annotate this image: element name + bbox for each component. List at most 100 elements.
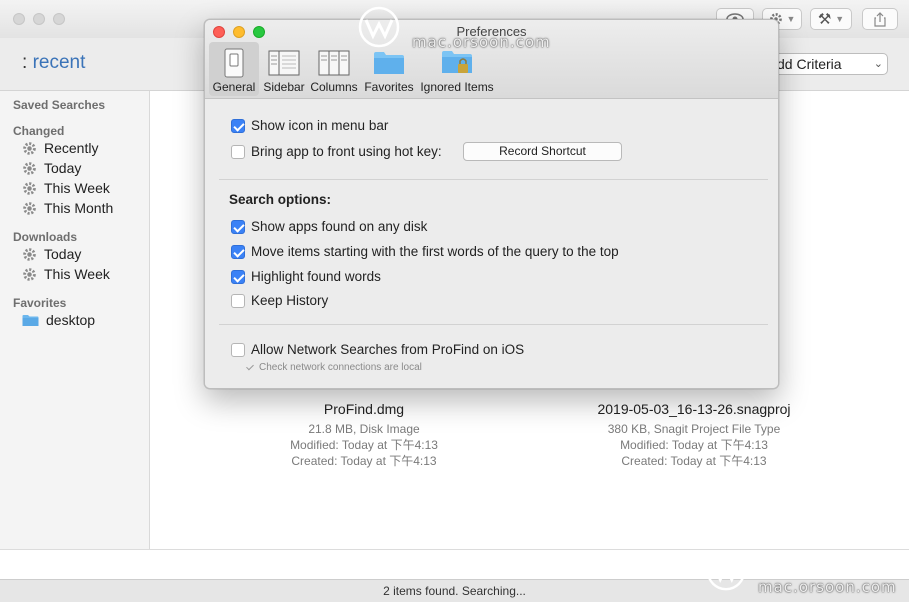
checkbox-unchecked[interactable]	[231, 144, 245, 159]
tab-favorites[interactable]: Favorites	[363, 42, 415, 96]
watermark-logo-bottom	[704, 549, 748, 597]
gear-icon	[23, 161, 36, 175]
results-footer	[0, 549, 909, 580]
sidebar-item-this-month[interactable]: This Month	[22, 198, 113, 218]
file-name: ProFind.dmg	[323, 401, 405, 417]
folder-icon	[22, 314, 39, 326]
add-criteria-label: dd Criteria	[777, 56, 842, 72]
add-criteria-select[interactable]: dd Criteria ⌄	[772, 53, 888, 75]
checkbox-checked[interactable]	[231, 219, 245, 234]
file-info: 380 KB, Snagit Project File Type	[607, 422, 781, 436]
watermark-logo-icon	[358, 6, 400, 48]
gear-icon	[23, 201, 36, 215]
checkbox-checked[interactable]	[231, 269, 245, 284]
checkbox-checked[interactable]	[231, 118, 245, 133]
preferences-toolbar: Preferences General Sidebar Columns Favo…	[205, 20, 778, 99]
file-item-profind-dmg[interactable]: ProFind.dmg 21.8 MB, Disk Image Modified…	[249, 401, 479, 469]
checkbox-disabled-checked[interactable]	[245, 363, 255, 373]
sidebar: Saved Searches Changed Recently Today Th…	[0, 91, 150, 549]
folder-icon	[374, 52, 404, 74]
sidebar-heading-changed: Changed	[13, 124, 65, 138]
gear-icon	[23, 267, 36, 281]
sidebar-item-downloads-this-week[interactable]: This Week	[22, 264, 110, 284]
sidebar-item-label: This Week	[44, 180, 110, 196]
option-show-icon-menu-bar[interactable]: Show icon in menu bar	[231, 118, 388, 133]
columns-icon	[318, 50, 350, 76]
option-check-network-local[interactable]: Check network connections are local	[245, 362, 422, 373]
tab-sidebar[interactable]: Sidebar	[261, 42, 307, 96]
sidebar-heading-saved-searches: Saved Searches	[13, 98, 106, 112]
tab-label: General	[212, 80, 256, 94]
status-text: 2 items found. Searching...	[383, 584, 526, 598]
option-label: Show apps found on any disk	[251, 219, 428, 234]
option-show-apps-any-disk[interactable]: Show apps found on any disk	[231, 219, 427, 234]
option-label: Bring app to front using hot key:	[251, 144, 442, 159]
tools-icon: ⚒	[817, 11, 832, 28]
close-window-button[interactable]	[13, 13, 25, 25]
sidebar-item-recently[interactable]: Recently	[22, 138, 98, 158]
zoom-window-button[interactable]	[53, 13, 65, 25]
path-name: recent	[32, 52, 86, 73]
tab-label: Favorites	[364, 80, 414, 94]
option-move-items-top[interactable]: Move items starting with the first words…	[231, 244, 619, 259]
tab-label: Ignored Items	[420, 80, 494, 94]
watermark-logo-top	[356, 6, 402, 48]
tab-label: Sidebar	[263, 80, 305, 94]
divider	[219, 179, 768, 180]
option-label: Keep History	[251, 293, 329, 308]
option-label: Highlight found words	[251, 269, 381, 284]
file-modified: Modified: Today at 下午4:13	[290, 438, 438, 452]
chevron-down-icon: ▼	[835, 14, 845, 24]
path-prefix: :	[22, 52, 28, 73]
switch-icon	[224, 48, 244, 78]
option-allow-network-searches[interactable]: Allow Network Searches from ProFind on i…	[231, 342, 524, 357]
chevron-down-icon: ▼	[786, 14, 796, 24]
option-label: Allow Network Searches from ProFind on i…	[251, 342, 525, 357]
divider	[219, 324, 768, 325]
sidebar-item-desktop[interactable]: desktop	[22, 310, 95, 330]
file-created: Created: Today at 下午4:13	[621, 454, 767, 468]
file-item-snagproj[interactable]: 2019-05-03_16-13-26.snagproj 380 KB, Sna…	[579, 401, 809, 469]
search-scope-label[interactable]: : recent	[22, 52, 85, 74]
record-shortcut-button[interactable]: Record Shortcut	[463, 142, 622, 161]
sidebar-item-label: Today	[44, 246, 82, 262]
checkbox-checked[interactable]	[231, 244, 245, 259]
watermark-logo-icon	[706, 551, 746, 591]
sidebar-item-label: Today	[44, 160, 82, 176]
sidebar-item-label: This Month	[44, 200, 114, 216]
preferences-general-pane: Show icon in menu bar Bring app to front…	[205, 99, 778, 388]
gear-icon	[23, 181, 36, 195]
gear-icon	[23, 141, 36, 155]
option-label: Show icon in menu bar	[251, 118, 389, 133]
share-button[interactable]	[862, 8, 898, 30]
option-highlight-words[interactable]: Highlight found words	[231, 269, 381, 284]
sidebar-item-this-week[interactable]: This Week	[22, 178, 110, 198]
sidebar-heading-favorites: Favorites	[13, 296, 67, 310]
minimize-window-button[interactable]	[33, 13, 45, 25]
tab-label: Columns	[310, 80, 358, 94]
tab-columns[interactable]: Columns	[309, 42, 359, 96]
sidebar-item-today[interactable]: Today	[22, 158, 81, 178]
checkbox-unchecked[interactable]	[231, 293, 245, 308]
sidebar-heading-downloads: Downloads	[13, 230, 78, 244]
tab-general[interactable]: General	[209, 42, 259, 96]
sidebar-item-label: Recently	[44, 140, 99, 156]
preferences-window: Preferences General Sidebar Columns Favo…	[204, 19, 779, 389]
locked-folder-icon	[442, 51, 472, 73]
sidebar-item-downloads-today[interactable]: Today	[22, 244, 81, 264]
gear-icon	[23, 247, 36, 261]
watermark-site-bottom: mac.orsoon.com	[758, 578, 897, 596]
chevron-updown-icon: ⌄	[873, 58, 883, 70]
sidebar-icon	[268, 50, 300, 76]
tools-menu-button[interactable]: ⚒ ▼	[810, 8, 852, 30]
sidebar-item-label: This Week	[44, 266, 110, 282]
file-modified: Modified: Today at 下午4:13	[620, 438, 768, 452]
sidebar-item-label: desktop	[46, 312, 96, 328]
share-icon	[874, 11, 886, 27]
file-created: Created: Today at 下午4:13	[291, 454, 437, 468]
option-keep-history[interactable]: Keep History	[231, 293, 328, 308]
option-bring-to-front[interactable]: Bring app to front using hot key:	[231, 144, 442, 159]
search-options-heading: Search options:	[229, 192, 332, 207]
watermark-site-top: mac.orsoon.com	[412, 33, 551, 51]
checkbox-unchecked[interactable]	[231, 342, 245, 357]
